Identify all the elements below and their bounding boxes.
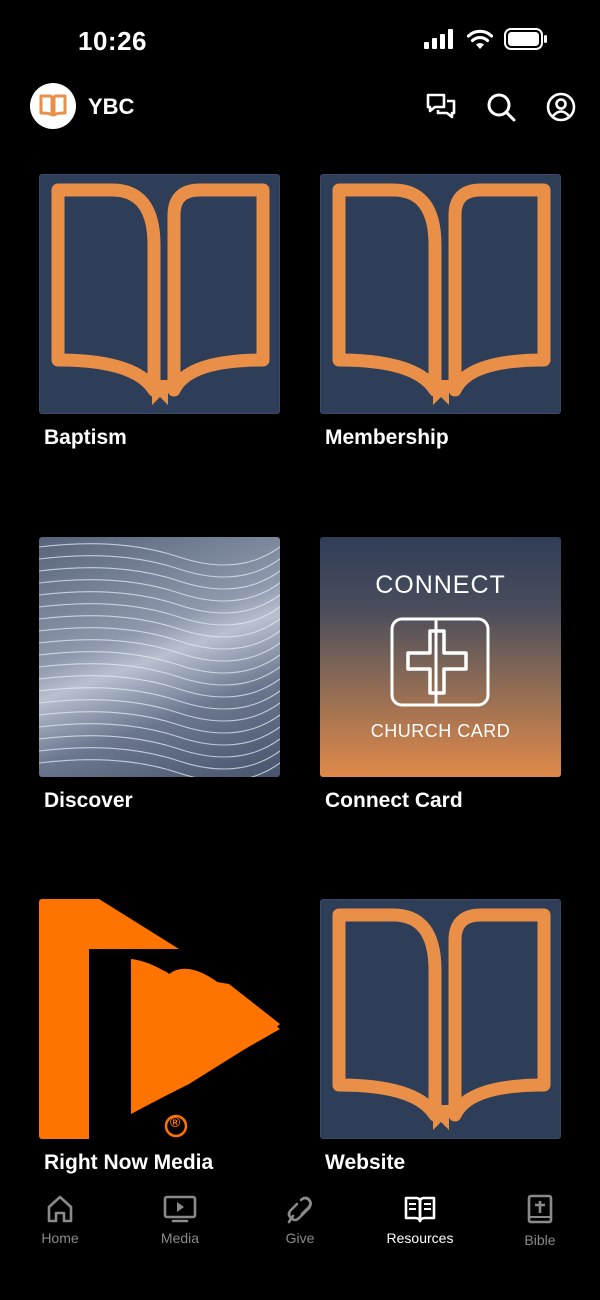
- tile-thumbnail: [39, 174, 280, 414]
- tile-thumbnail: [320, 899, 561, 1139]
- tile-label: Right Now Media: [44, 1151, 214, 1174]
- bible-icon: [527, 1194, 553, 1224]
- tile-label: Membership: [325, 426, 449, 449]
- right-now-media-logo: [39, 899, 280, 1139]
- tile-connect-card[interactable]: CONNECT CHURCH CARD Connect Card: [320, 537, 561, 812]
- wifi-icon: [466, 29, 494, 49]
- tab-home[interactable]: Home: [0, 1194, 120, 1246]
- app-name: YBC: [88, 94, 135, 119]
- registered-mark: ®: [170, 1114, 181, 1130]
- open-book-icon: [332, 908, 551, 1130]
- tile-membership[interactable]: Membership: [320, 174, 561, 449]
- cellular-signal-icon: [424, 29, 453, 49]
- tab-resources[interactable]: Resources: [360, 1194, 480, 1246]
- status-time: 10:26: [78, 26, 147, 56]
- search-icon: [487, 93, 516, 122]
- tile-discover[interactable]: Discover: [39, 537, 280, 812]
- profile-button[interactable]: [544, 90, 578, 124]
- tab-label: Home: [41, 1230, 79, 1246]
- open-book-logo-icon: [39, 94, 67, 117]
- connect-thumb-title: CONNECT: [375, 571, 506, 599]
- chat-bubbles-icon: [426, 93, 456, 119]
- book-open-icon: [404, 1196, 436, 1223]
- tab-label: Give: [285, 1230, 315, 1246]
- tab-label: Media: [160, 1230, 200, 1246]
- open-book-icon: [51, 183, 270, 405]
- tile-thumbnail: [39, 537, 280, 777]
- tile-thumbnail: [320, 174, 561, 414]
- tile-label: Discover: [44, 789, 133, 812]
- app-header: YBC: [0, 80, 600, 134]
- tab-label: Resources: [386, 1230, 454, 1246]
- tile-label: Website: [325, 1151, 406, 1174]
- tile-baptism[interactable]: Baptism: [39, 174, 280, 449]
- tile-website[interactable]: Website: [320, 899, 561, 1174]
- tile-label: Connect Card: [325, 789, 463, 812]
- church-logo[interactable]: [30, 83, 76, 129]
- battery-icon: [504, 28, 547, 50]
- tile-thumbnail: ®: [39, 899, 280, 1139]
- user-circle-icon: [546, 92, 576, 122]
- messages-button[interactable]: [424, 90, 458, 124]
- connect-thumb-subtitle: CHURCH CARD: [370, 721, 511, 741]
- give-icon: [287, 1196, 312, 1224]
- bottom-tab-bar: Home Media Give Resources Bible: [0, 1180, 600, 1300]
- tab-bible[interactable]: Bible: [480, 1194, 600, 1248]
- tab-give[interactable]: Give: [240, 1194, 360, 1246]
- tile-thumbnail: CONNECT CHURCH CARD: [320, 537, 561, 777]
- header-actions: [424, 90, 578, 124]
- home-icon: [47, 1195, 73, 1223]
- tab-media[interactable]: Media: [120, 1194, 240, 1246]
- tab-label: Bible: [524, 1232, 556, 1248]
- tile-label: Baptism: [44, 426, 127, 449]
- media-icon: [163, 1195, 197, 1223]
- status-bar: 10:26: [0, 0, 600, 80]
- church-card-icon: [390, 617, 490, 707]
- search-button[interactable]: [484, 90, 518, 124]
- tile-right-now-media[interactable]: ® Right Now Media: [39, 899, 280, 1174]
- open-book-icon: [332, 183, 551, 405]
- abstract-waves-image: [39, 543, 280, 777]
- status-icons: [424, 28, 548, 50]
